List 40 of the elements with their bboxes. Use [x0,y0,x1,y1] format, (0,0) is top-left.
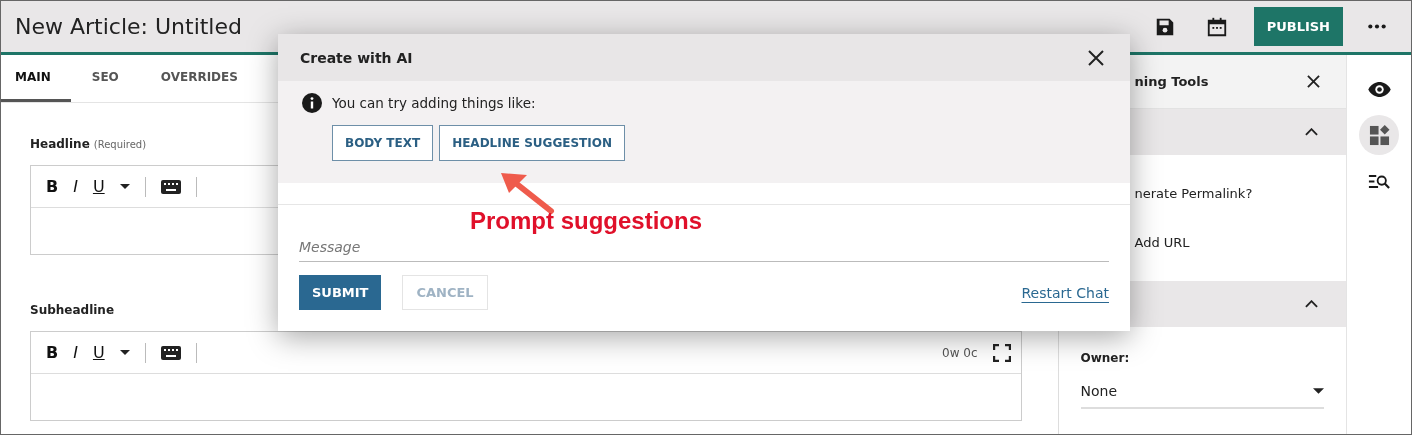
panel-item[interactable]: Add URL [1134,235,1347,250]
owner-select[interactable]: None [1080,383,1325,409]
required-note: (Required) [93,139,147,150]
bold-button[interactable]: B [46,343,59,362]
page-title: New Article: Untitled [15,14,242,39]
keyboard-icon[interactable] [160,179,181,194]
bold-button[interactable]: B [46,177,59,196]
message-field[interactable]: Message [299,239,1109,262]
fullscreen-icon[interactable] [992,343,1011,362]
keyboard-icon[interactable] [160,345,181,360]
close-icon[interactable] [1088,49,1104,66]
tab[interactable]: OVERRIDES [139,55,259,102]
word-count: 0w 0c [942,345,978,360]
suggestion-button[interactable]: HEADLINE SUGGESTION [439,125,625,161]
restart-chat-link[interactable]: Restart Chat [1021,284,1109,301]
calendar-icon[interactable] [1205,15,1228,38]
field-label: Subheadline [30,303,115,317]
panel-title: ning Tools [1134,74,1209,89]
owner-label: Owner: [1080,351,1131,365]
hint-text: You can try adding things like: [332,95,536,111]
suggestion-button[interactable]: BODY TEXT [332,125,434,161]
italic-button[interactable]: I [73,177,78,196]
submit-button[interactable]: SUBMIT [299,275,382,310]
caret-icon[interactable] [119,184,130,189]
close-icon[interactable] [1307,75,1321,88]
tab[interactable]: MAIN [1,55,71,102]
tab[interactable]: SEO [70,55,140,102]
annotation-label: Prompt suggestions [470,207,703,235]
underline-button[interactable]: U [92,177,105,196]
field-label: Headline [30,137,90,151]
italic-button[interactable]: I [73,343,78,362]
caret-icon [1313,388,1325,394]
dialog-title: Create with AI [300,49,413,66]
caret-icon[interactable] [119,350,130,355]
info-icon [302,93,322,113]
underline-button[interactable]: U [92,343,105,362]
publish-button[interactable]: PUBLISH [1253,7,1343,46]
widgets-icon[interactable] [1359,115,1400,155]
more-icon[interactable] [1367,23,1387,30]
panel-item[interactable]: nerate Permalink? [1134,186,1347,201]
